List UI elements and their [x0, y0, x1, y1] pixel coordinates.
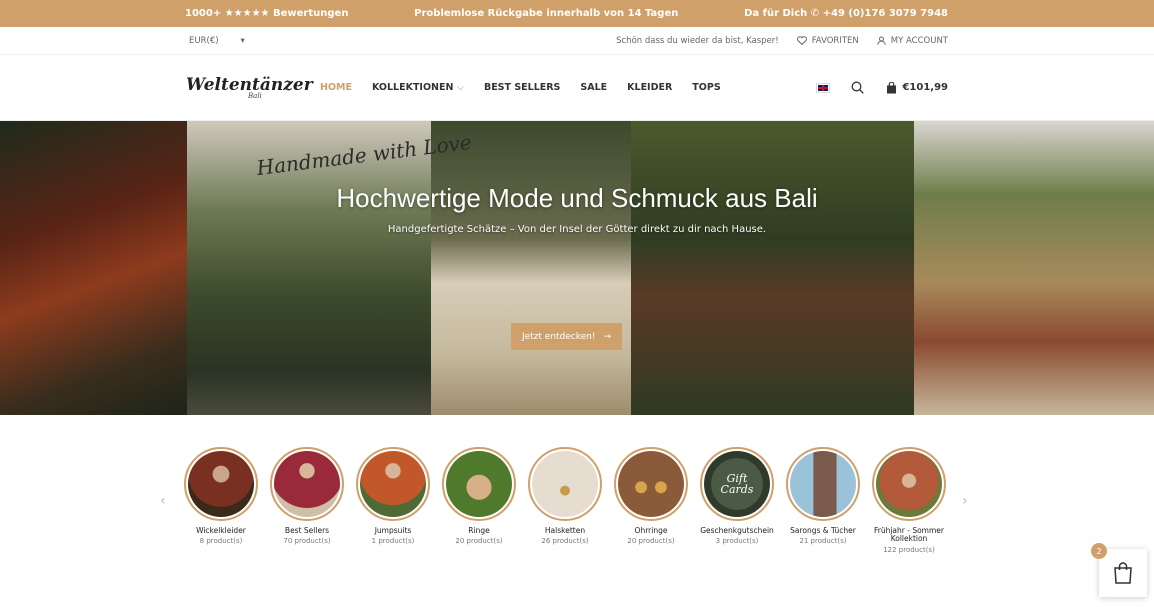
shopping-bag-icon: [887, 81, 897, 93]
hero-script-text: Handmade with Love: [255, 129, 473, 181]
heart-icon: [796, 36, 807, 45]
category-item-halsketten[interactable]: Halsketten 26 product(s): [528, 447, 602, 545]
category-name[interactable]: Geschenkgutschein: [700, 526, 774, 535]
category-name[interactable]: Sarongs & Tücher: [790, 526, 856, 535]
greeting-text: Schön dass du wieder da bist, Kasper!: [616, 35, 779, 46]
category-item-sarongs[interactable]: Sarongs & Tücher 21 product(s): [786, 447, 860, 545]
category-item-ringe[interactable]: Ringe 20 product(s): [442, 447, 516, 545]
currency-label[interactable]: EUR(€): [189, 36, 219, 46]
category-image[interactable]: [184, 447, 258, 521]
chevron-right-icon[interactable]: ›: [962, 493, 968, 509]
category-item-fruehjahr-sommer[interactable]: Frühjahr - Sommer Kollektion 122 product…: [872, 447, 946, 554]
cart-button[interactable]: €101,99: [886, 81, 948, 94]
nav-item-tops[interactable]: TOPS: [692, 82, 720, 93]
uk-flag-icon[interactable]: [816, 82, 831, 93]
category-image[interactable]: [528, 447, 602, 521]
contact-text[interactable]: Da für Dich ✆ +49 (0)176 3079 7948: [744, 8, 948, 19]
category-item-wickelkleider[interactable]: Wickelkleider 8 product(s): [184, 447, 258, 545]
search-icon[interactable]: [851, 81, 865, 94]
category-count: 20 product(s): [455, 537, 503, 546]
shopping-bag-icon: [1114, 562, 1132, 584]
category-count: 21 product(s): [799, 537, 847, 546]
account-link[interactable]: My Account: [877, 36, 948, 46]
category-item-jumpsuits[interactable]: Jumpsuits 1 product(s): [356, 447, 430, 545]
category-count: 8 product(s): [199, 537, 243, 546]
chevron-down-icon: ⌵: [456, 82, 464, 93]
discover-button[interactable]: Jetzt entdecken! →: [511, 323, 622, 350]
category-image[interactable]: Gift Cards: [700, 447, 774, 521]
chevron-down-icon[interactable]: ▾: [241, 36, 245, 46]
category-image[interactable]: [356, 447, 430, 521]
main-nav: HOME KOLLEKTIONEN ⌵ BEST SELLERS SALE KL…: [320, 82, 721, 93]
site-header: Weltentänzer Bali HOME KOLLEKTIONEN ⌵ BE…: [0, 55, 1154, 121]
category-count: 26 product(s): [541, 537, 589, 546]
category-image[interactable]: [442, 447, 516, 521]
returns-text: Problemlose Rückgabe innerhalb von 14 Ta…: [414, 8, 679, 19]
nav-item-best-sellers[interactable]: BEST SELLERS: [484, 82, 560, 93]
category-count: 122 product(s): [883, 545, 935, 554]
category-carousel: ‹ Wickelkleider 8 product(s) Best Seller…: [0, 415, 1154, 565]
logo[interactable]: Weltentänzer Bali: [186, 68, 313, 108]
discover-button-label[interactable]: Jetzt entdecken!: [522, 332, 596, 342]
nav-item-kollektionen-label[interactable]: KOLLEKTIONEN: [372, 82, 453, 93]
nav-item-kollektionen[interactable]: KOLLEKTIONEN ⌵: [372, 82, 464, 93]
nav-item-sale[interactable]: SALE: [580, 82, 607, 93]
hero-subtitle: Handgefertigte Schätze – Von der Insel d…: [387, 224, 767, 235]
category-item-geschenkgutschein[interactable]: Gift Cards Geschenkgutschein 3 product(s): [700, 447, 774, 545]
category-count: 70 product(s): [283, 537, 331, 546]
cart-count-badge: 2: [1091, 543, 1107, 559]
category-image[interactable]: [786, 447, 860, 521]
category-image[interactable]: [872, 447, 946, 521]
hero-banner: Handmade with Love Hochwertige Mode und …: [0, 121, 1154, 415]
category-item-best-sellers[interactable]: Best Sellers 70 product(s): [270, 447, 344, 545]
category-image[interactable]: [614, 447, 688, 521]
nav-item-kleider[interactable]: KLEIDER: [627, 82, 672, 93]
currency-selector[interactable]: EUR(€) ▾: [189, 36, 245, 46]
category-item-ohrringe[interactable]: Ohrringe 20 product(s): [614, 447, 688, 545]
utility-bar: EUR(€) ▾ Schön dass du wieder da bist, K…: [0, 27, 1154, 55]
hero-overlay: Handmade with Love Hochwertige Mode und …: [0, 121, 1154, 415]
user-icon: [877, 36, 886, 45]
category-image[interactable]: [270, 447, 344, 521]
announcement-bar: 1000+ ★★★★★ Bewertungen Problemlose Rück…: [0, 0, 1154, 27]
reviews-text: 1000+ ★★★★★ Bewertungen: [185, 8, 349, 19]
nav-item-home[interactable]: HOME: [320, 82, 352, 93]
category-name[interactable]: Ringe: [468, 526, 489, 535]
cart-total[interactable]: €101,99: [902, 82, 948, 93]
category-name[interactable]: Wickelkleider: [196, 526, 246, 535]
category-count: 1 product(s): [371, 537, 415, 546]
favorites-link[interactable]: Favoriten: [796, 36, 859, 46]
category-name[interactable]: Ohrringe: [635, 526, 668, 535]
category-name[interactable]: Halsketten: [545, 526, 585, 535]
logo-subtext[interactable]: Bali: [248, 92, 290, 100]
category-count: 20 product(s): [627, 537, 675, 546]
category-count: 3 product(s): [715, 537, 759, 546]
category-name[interactable]: Jumpsuits: [375, 526, 412, 535]
category-name[interactable]: Best Sellers: [285, 526, 329, 535]
favorites-label[interactable]: Favoriten: [812, 36, 859, 46]
account-label[interactable]: My Account: [891, 36, 948, 46]
arrow-right-icon[interactable]: →: [604, 332, 612, 342]
category-name[interactable]: Frühjahr - Sommer Kollektion: [872, 526, 946, 544]
chevron-left-icon[interactable]: ‹: [160, 493, 166, 509]
hero-title: Hochwertige Mode und Schmuck aus Bali: [336, 183, 818, 213]
floating-cart-button[interactable]: [1099, 549, 1147, 597]
